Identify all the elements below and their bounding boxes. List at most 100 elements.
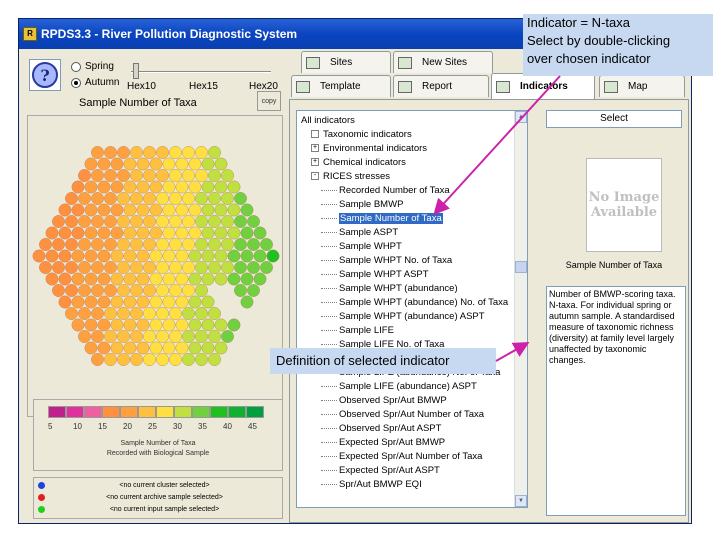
- hex-cell[interactable]: [156, 330, 169, 343]
- hex-cell[interactable]: [214, 249, 228, 263]
- hex-cell[interactable]: [253, 272, 267, 286]
- hex-cell[interactable]: [91, 146, 104, 159]
- hex-cell[interactable]: [32, 249, 46, 263]
- hex-cell[interactable]: [58, 295, 72, 309]
- hex-cell[interactable]: [156, 238, 169, 251]
- hex-cell[interactable]: [208, 169, 221, 182]
- hex-cell[interactable]: [156, 192, 169, 205]
- hex-cell[interactable]: [143, 307, 156, 320]
- hex-cell[interactable]: [110, 203, 124, 217]
- hex-cell[interactable]: [104, 238, 117, 251]
- hex-cell[interactable]: [182, 215, 195, 228]
- hex-cell[interactable]: [149, 272, 163, 286]
- hex-cell[interactable]: [188, 203, 202, 217]
- hex-cell[interactable]: [201, 272, 215, 286]
- hex-cell[interactable]: [123, 295, 137, 309]
- hex-cell[interactable]: [97, 318, 111, 332]
- hex-cell[interactable]: [162, 157, 176, 171]
- autumn-radio[interactable]: Autumn: [71, 77, 119, 88]
- hex-cell[interactable]: [97, 341, 111, 355]
- hex-cell[interactable]: [169, 215, 182, 228]
- hex-cell[interactable]: [91, 192, 104, 205]
- expander-icon[interactable]: +: [311, 158, 319, 166]
- hex-cell[interactable]: [58, 249, 72, 263]
- hex-cell[interactable]: [91, 238, 104, 251]
- hex-cell[interactable]: [97, 157, 111, 171]
- hex-cell[interactable]: [149, 318, 163, 332]
- help-button[interactable]: ?: [29, 59, 61, 91]
- hex-cell[interactable]: [143, 238, 156, 251]
- tree-item[interactable]: + Chemical indicators: [311, 155, 406, 169]
- hex-cell[interactable]: [136, 272, 150, 286]
- hex-cell[interactable]: [110, 318, 124, 332]
- hex-cell[interactable]: [182, 192, 195, 205]
- tree-item[interactable]: Expected Spr/Aut Number of Taxa: [321, 449, 482, 463]
- hex-cell[interactable]: [188, 341, 202, 355]
- hex-cell[interactable]: [175, 318, 189, 332]
- scroll-down-icon[interactable]: ▼: [515, 495, 527, 507]
- hex-cell[interactable]: [58, 226, 72, 240]
- hex-cell[interactable]: [221, 192, 234, 205]
- hex-cell[interactable]: [195, 307, 208, 320]
- hex-cell[interactable]: [143, 353, 156, 366]
- hex-cell[interactable]: [52, 261, 65, 274]
- hex-cell[interactable]: [221, 215, 234, 228]
- hex-cell[interactable]: [266, 249, 280, 263]
- hex-cell[interactable]: [201, 249, 215, 263]
- hex-cell[interactable]: [175, 249, 189, 263]
- tree-item[interactable]: Taxonomic indicators: [311, 127, 412, 141]
- hex-cell[interactable]: [117, 261, 130, 274]
- hex-cell[interactable]: [201, 318, 215, 332]
- hex-cell[interactable]: [136, 249, 150, 263]
- hex-cell[interactable]: [123, 157, 137, 171]
- hex-cell[interactable]: [195, 192, 208, 205]
- hex-cell[interactable]: [130, 169, 143, 182]
- hex-cell[interactable]: [195, 330, 208, 343]
- tree-item[interactable]: Sample WHPT ASPT: [321, 267, 429, 281]
- hex-cell[interactable]: [227, 249, 241, 263]
- tree-item[interactable]: Expected Spr/Aut ASPT: [321, 463, 440, 477]
- hex-cell[interactable]: [136, 203, 150, 217]
- hex-cell[interactable]: [240, 203, 254, 217]
- hex-cell[interactable]: [169, 169, 182, 182]
- hex-cell[interactable]: [221, 261, 234, 274]
- tab-report[interactable]: Report: [393, 75, 489, 97]
- hex-cell[interactable]: [253, 249, 267, 263]
- hex-cell[interactable]: [91, 353, 104, 366]
- hex-cell[interactable]: [149, 157, 163, 171]
- hex-cell[interactable]: [84, 203, 98, 217]
- tree-item[interactable]: Sample ASPT: [321, 225, 398, 239]
- hex-cell[interactable]: [240, 249, 254, 263]
- hex-cell[interactable]: [91, 330, 104, 343]
- hex-cell[interactable]: [143, 146, 156, 159]
- tree-item[interactable]: Observed Spr/Aut ASPT: [321, 421, 441, 435]
- hex-cell[interactable]: [214, 272, 228, 286]
- tab-sites[interactable]: Sites: [301, 51, 391, 73]
- hex-cell[interactable]: [110, 295, 124, 309]
- hex-cell[interactable]: [110, 249, 124, 263]
- hex-cell[interactable]: [149, 341, 163, 355]
- hex-cell[interactable]: [188, 157, 202, 171]
- hex-cell[interactable]: [123, 226, 137, 240]
- hex-cell[interactable]: [78, 284, 91, 297]
- hex-cell[interactable]: [156, 353, 169, 366]
- hex-cell[interactable]: [110, 157, 124, 171]
- hex-cell[interactable]: [52, 215, 65, 228]
- hex-cell[interactable]: [227, 318, 241, 332]
- tree-item[interactable]: All indicators: [301, 113, 355, 127]
- hex-cell[interactable]: [149, 226, 163, 240]
- hex-cell[interactable]: [162, 295, 176, 309]
- hex-cell[interactable]: [195, 169, 208, 182]
- tree-item[interactable]: Sample LIFE (abundance) ASPT: [321, 379, 477, 393]
- hex-cell[interactable]: [130, 238, 143, 251]
- hex-cell[interactable]: [201, 157, 215, 171]
- hex-cell[interactable]: [214, 318, 228, 332]
- tree-item[interactable]: Sample WHPT (abundance): [321, 281, 458, 295]
- hex-cell[interactable]: [188, 295, 202, 309]
- hex-cell[interactable]: [117, 284, 130, 297]
- hex-cell[interactable]: [130, 284, 143, 297]
- select-button[interactable]: Select: [546, 110, 682, 128]
- hex-cell[interactable]: [247, 238, 260, 251]
- hex-cell[interactable]: [201, 180, 215, 194]
- hex-cell[interactable]: [39, 261, 52, 274]
